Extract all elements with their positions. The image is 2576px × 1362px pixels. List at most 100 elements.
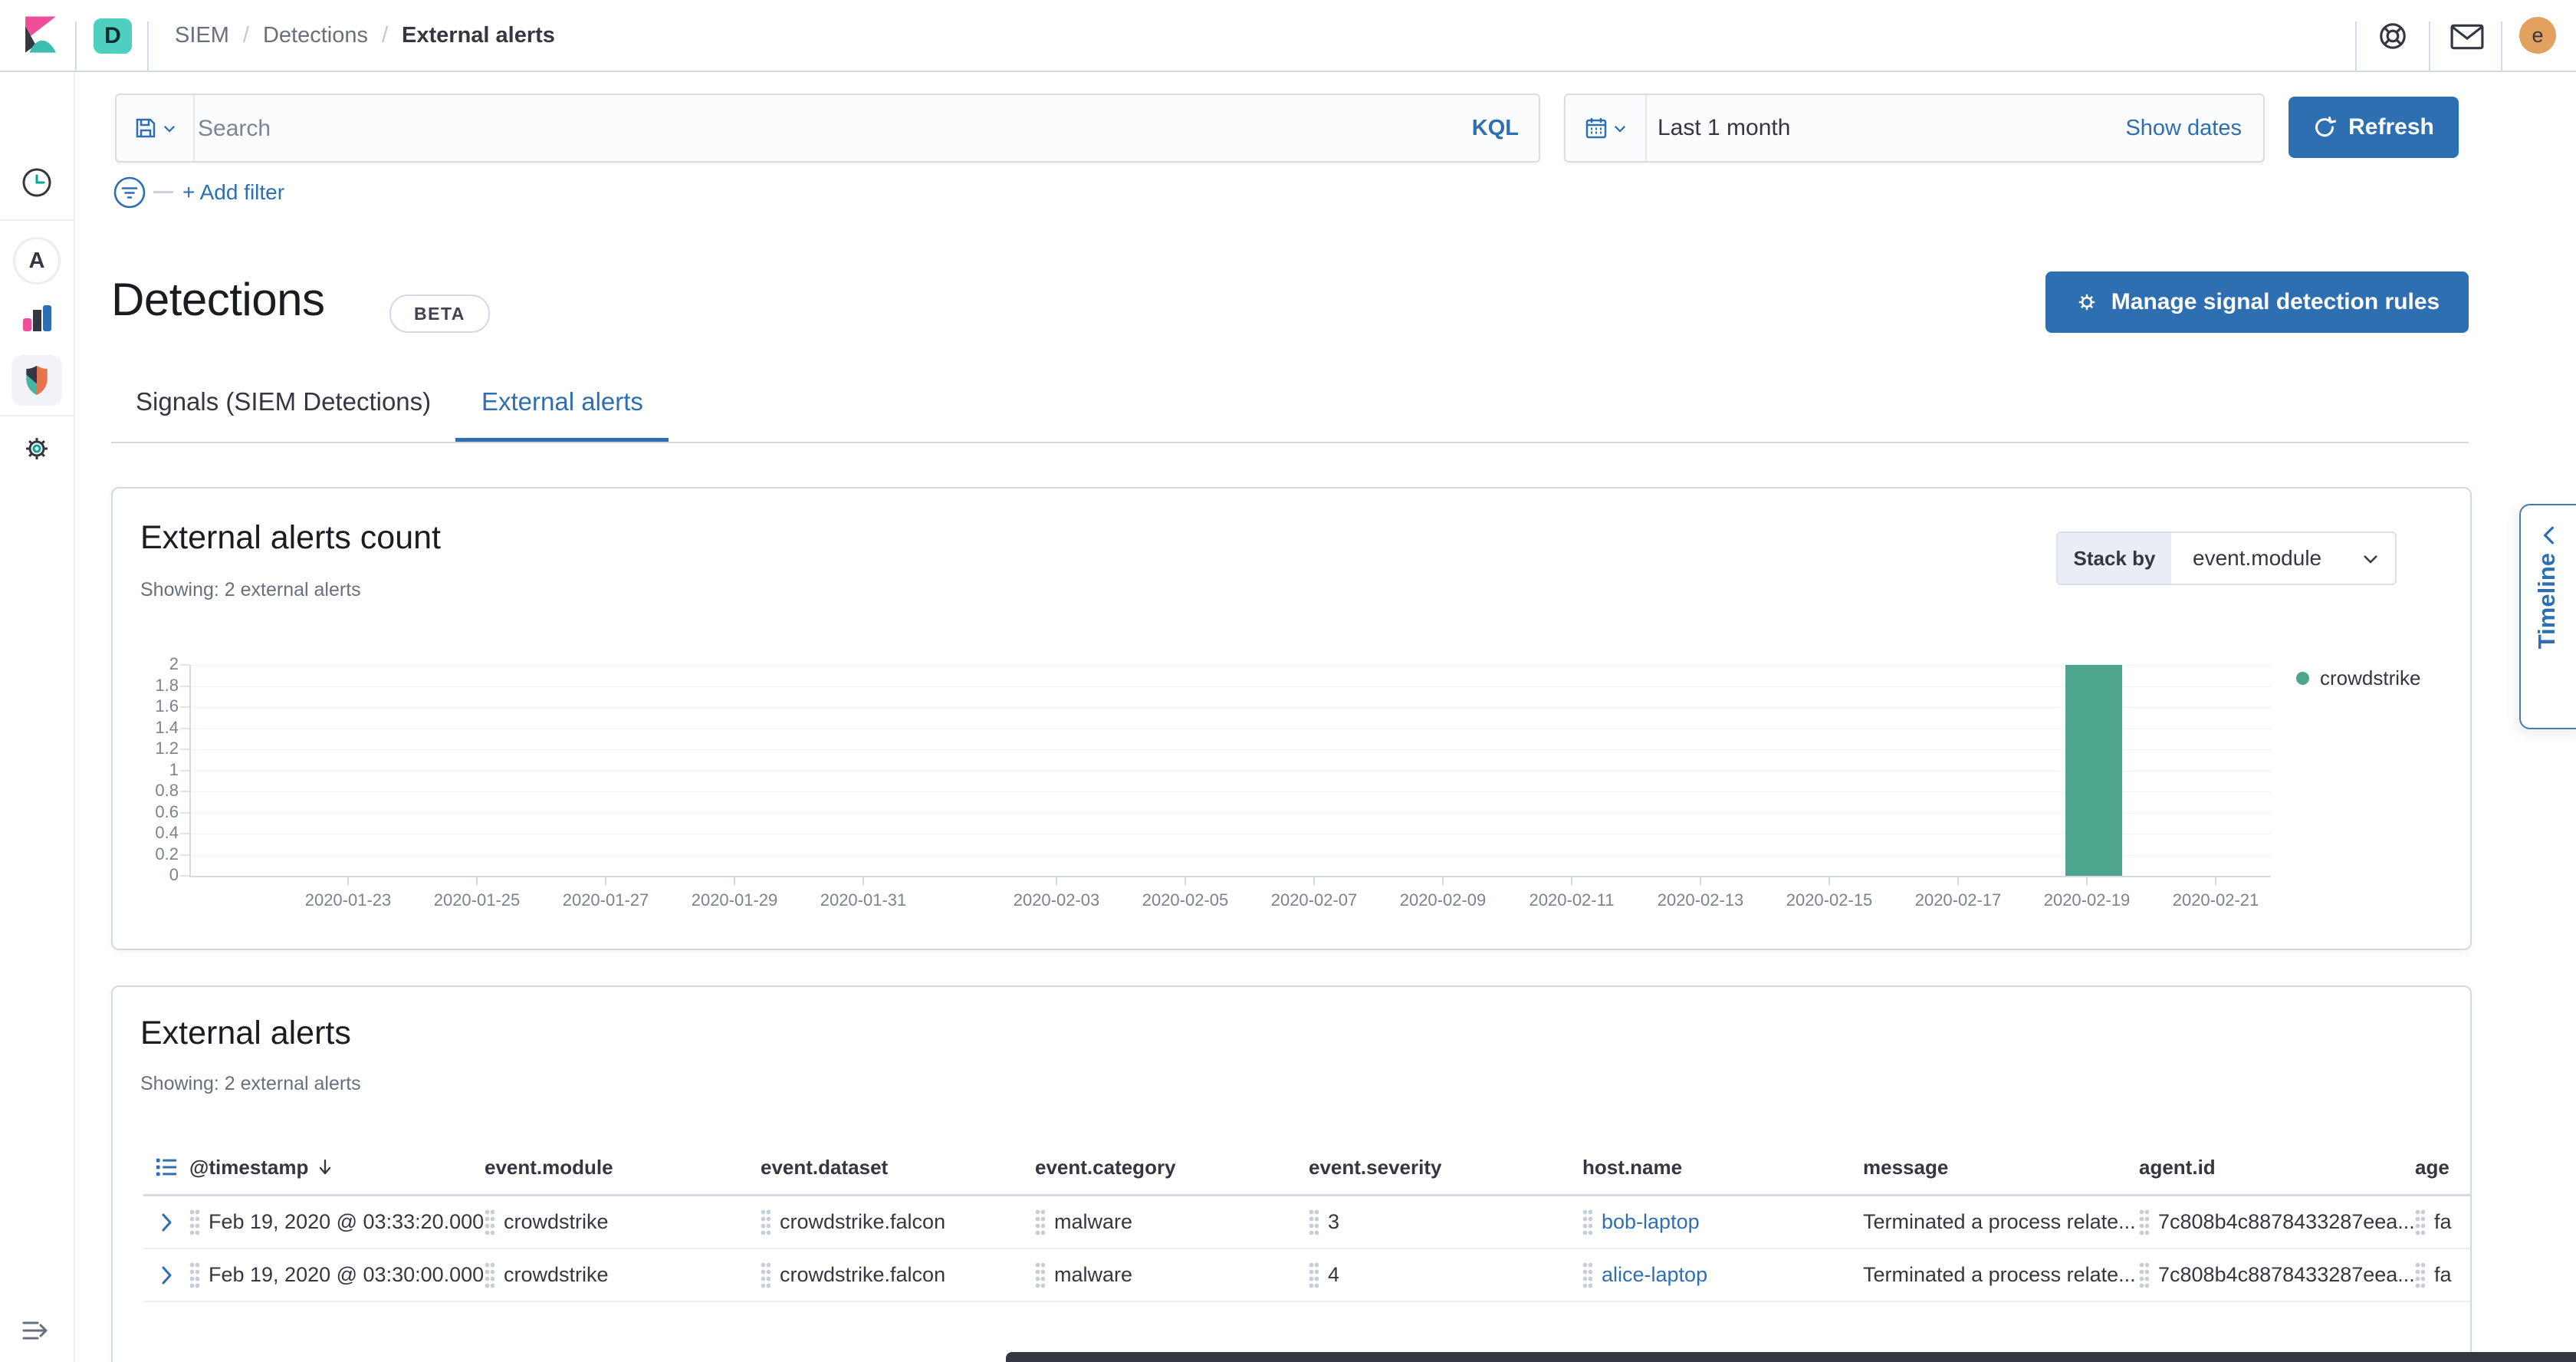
cell-agent-id[interactable]: 7c808b4c8878433287eea... [2139,1262,2415,1289]
cell-host-name[interactable]: bob-laptop [1582,1209,1863,1236]
y-tick-label: 1 [113,760,179,780]
y-tick-label: 0.2 [113,844,179,864]
space-badge[interactable]: D [94,18,132,54]
cell-host-name[interactable]: alice-laptop [1582,1262,1863,1289]
rail-divider [0,415,74,416]
calendar-icon [1585,117,1608,140]
help-icon[interactable] [2377,20,2409,56]
cell-event-module[interactable]: crowdstrike [485,1262,761,1289]
drag-handle-icon[interactable] [2415,1209,2425,1236]
column-header-event-module[interactable]: event.module [485,1156,761,1179]
external-alerts-count-panel: External alerts count Showing: 2 externa… [111,487,2472,950]
drag-handle-icon[interactable] [1035,1209,1045,1236]
column-header-agent-id[interactable]: agent.id [2139,1156,2415,1179]
drag-handle-icon[interactable] [1582,1262,1592,1289]
drag-handle-icon[interactable] [1309,1209,1319,1236]
cell-agent-type[interactable]: fa [2415,1262,2470,1289]
stack-by-select[interactable]: event.module [2171,533,2395,584]
refresh-button[interactable]: Refresh [2288,97,2459,158]
manage-signal-detection-rules-button[interactable]: Manage signal detection rules [2045,271,2469,333]
quick-select-menu-button[interactable] [1566,95,1647,161]
save-icon [134,117,157,140]
x-tick-label: 2020-01-25 [412,890,541,910]
x-tick-label: 2020-02-19 [2022,890,2151,910]
cell-timestamp[interactable]: Feb 19, 2020 @ 03:30:00.000 [189,1262,485,1289]
drag-handle-icon[interactable] [2139,1262,2149,1289]
tab-external-alerts[interactable]: External alerts [481,387,643,416]
drag-handle-icon[interactable] [485,1209,495,1236]
host-name-link[interactable]: alice-laptop [1602,1263,1707,1287]
beta-badge: BETA [389,294,490,333]
field-browser-button[interactable] [143,1156,189,1178]
recently-viewed-icon[interactable] [0,166,74,199]
column-header-host-name[interactable]: host.name [1582,1156,1863,1179]
collapse-menu-icon[interactable] [0,1319,74,1342]
host-name-link[interactable]: bob-laptop [1602,1210,1700,1234]
top-navigation-bar: D SIEM / Detections / External alerts e [0,0,2576,72]
drag-handle-icon[interactable] [1309,1262,1319,1289]
chart-legend: crowdstrike [2296,666,2420,690]
cell-event-dataset[interactable]: crowdstrike.falcon [761,1262,1035,1289]
filter-menu-icon[interactable] [112,175,147,214]
y-tick-mark [180,728,189,729]
bar-crowdstrike[interactable] [2065,665,2122,876]
drag-handle-icon[interactable] [1582,1209,1592,1236]
show-dates-button[interactable]: Show dates [2125,95,2242,161]
date-picker: Last 1 month Show dates [1564,94,2265,163]
search-input[interactable] [196,95,1487,163]
newsfeed-icon[interactable] [2450,24,2484,54]
legend-item-crowdstrike[interactable]: crowdstrike [2320,666,2420,690]
x-tick-mark [605,877,606,885]
x-tick-mark [863,877,864,885]
x-tick-label: 2020-01-29 [670,890,799,910]
header-divider [75,21,77,71]
drag-handle-icon[interactable] [2415,1262,2425,1289]
tab-signals[interactable]: Signals (SIEM Detections) [136,387,431,416]
cell-event-category[interactable]: malware [1035,1209,1309,1236]
cell-event-severity[interactable]: 3 [1309,1209,1582,1236]
visualize-app-icon[interactable] [0,302,74,336]
cell-agent-type[interactable]: fa [2415,1209,2470,1236]
x-tick-label: 2020-01-23 [284,890,412,910]
column-header-timestamp[interactable]: @timestamp [189,1156,485,1179]
drag-handle-icon[interactable] [2139,1209,2149,1236]
drag-handle-icon[interactable] [1035,1262,1045,1289]
apm-app-icon[interactable]: A [0,237,74,285]
x-tick-label: 2020-02-15 [1765,890,1894,910]
kibana-logo-icon[interactable] [18,12,63,61]
management-gear-icon[interactable] [0,432,74,466]
x-tick-mark [347,877,349,885]
y-tick-label: 0.8 [113,781,179,801]
cell-timestamp[interactable]: Feb 19, 2020 @ 03:33:20.000 [189,1209,485,1236]
drag-handle-icon[interactable] [761,1262,770,1289]
cell-agent-id[interactable]: 7c808b4c8878433287eea... [2139,1209,2415,1236]
cell-event-severity[interactable]: 4 [1309,1262,1582,1289]
date-range-value[interactable]: Last 1 month [1658,95,1790,161]
expand-row-button[interactable] [143,1212,189,1233]
drag-handle-icon[interactable] [189,1209,199,1236]
breadcrumb-siem[interactable]: SIEM [175,23,229,48]
expand-row-button[interactable] [143,1265,189,1286]
panel-subtitle: Showing: 2 external alerts [140,1073,361,1095]
siem-app-icon-active[interactable] [0,355,74,406]
add-filter-button[interactable]: + Add filter [182,175,284,210]
drag-handle-icon[interactable] [761,1209,770,1236]
column-header-event-dataset[interactable]: event.dataset [761,1156,1035,1179]
user-avatar[interactable]: e [2519,17,2556,54]
column-header-agent-type[interactable]: age [2415,1156,2470,1179]
drag-handle-icon[interactable] [189,1262,199,1289]
cell-event-dataset[interactable]: crowdstrike.falcon [761,1209,1035,1236]
cell-event-module[interactable]: crowdstrike [485,1209,761,1236]
kql-language-button[interactable]: KQL [1472,95,1519,161]
cell-event-category[interactable]: malware [1035,1262,1309,1289]
timeline-flyout-button[interactable]: Timeline [2519,504,2576,729]
drag-handle-icon[interactable] [485,1262,495,1289]
breadcrumb: SIEM / Detections / External alerts [175,0,555,71]
column-header-message[interactable]: message [1863,1156,2139,1179]
column-header-event-severity[interactable]: event.severity [1309,1156,1582,1179]
saved-query-menu-button[interactable] [117,95,195,161]
timeline-bottom-drawer-edge[interactable] [1006,1352,2576,1362]
column-header-event-category[interactable]: event.category [1035,1156,1309,1179]
gridline [189,749,2271,750]
breadcrumb-detections[interactable]: Detections [263,23,368,48]
